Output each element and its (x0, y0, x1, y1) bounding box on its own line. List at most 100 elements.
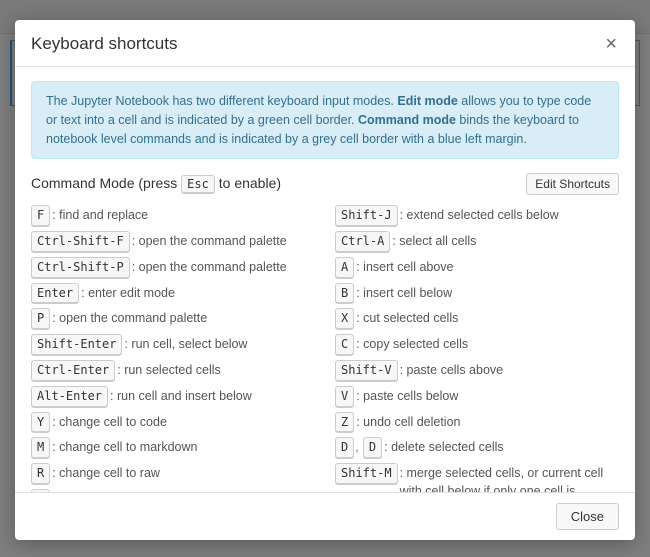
shortcut-keys: Ctrl-A (335, 231, 390, 252)
modal-footer: Close (15, 492, 635, 540)
shortcut-row: Ctrl-A: select all cells (335, 231, 619, 252)
shortcut-desc: : enter edit mode (81, 285, 175, 303)
modal-close-button[interactable]: × (603, 34, 619, 54)
shortcut-desc: : undo cell deletion (356, 414, 460, 432)
key-badge: A (335, 257, 354, 278)
shortcut-keys: P (31, 308, 50, 329)
key-badge: Ctrl-Shift-F (31, 231, 130, 252)
shortcut-row: X: cut selected cells (335, 308, 619, 329)
shortcut-desc: : paste cells above (400, 362, 504, 380)
shortcut-row: Y: change cell to code (31, 412, 315, 433)
shortcut-desc: : paste cells below (356, 388, 458, 406)
shortcut-row: Shift-V: paste cells above (335, 360, 619, 381)
info-box: The Jupyter Notebook has two different k… (31, 81, 619, 159)
close-footer-button[interactable]: Close (556, 503, 619, 530)
esc-key: Esc (181, 175, 215, 193)
key-badge: C (335, 334, 354, 355)
shortcut-keys: C (335, 334, 354, 355)
key-badge: V (335, 386, 354, 407)
key-badge: Ctrl-Shift-P (31, 257, 130, 278)
key-badge: Enter (31, 283, 79, 304)
shortcut-keys: Ctrl-Shift-F (31, 231, 130, 252)
shortcut-row: A: insert cell above (335, 257, 619, 278)
shortcut-row: Shift-Enter: run cell, select below (31, 334, 315, 355)
right-shortcuts-col: Shift-J: extend selected cells below Ctrl… (335, 205, 619, 492)
key-badge: Ctrl-Enter (31, 360, 115, 381)
shortcut-row: P: open the command palette (31, 308, 315, 329)
key-separator: , (355, 439, 362, 456)
shortcut-keys: Ctrl-Enter (31, 360, 115, 381)
modal-title: Keyboard shortcuts (31, 34, 177, 54)
shortcut-desc: : delete selected cells (384, 439, 504, 457)
shortcut-keys: X (335, 308, 354, 329)
section-title-prefix: Command Mode (press (31, 175, 181, 191)
shortcut-desc: : merge selected cells, or current cell … (400, 465, 619, 492)
shortcut-keys: Shift-V (335, 360, 398, 381)
key-badge: Shift-V (335, 360, 398, 381)
left-shortcuts-col: F: find and replaceCtrl-Shift-F: open th… (31, 205, 315, 492)
shortcut-desc: : extend selected cells below (400, 207, 559, 225)
key-badge: D (363, 437, 382, 458)
shortcut-desc: : find and replace (52, 207, 148, 225)
key-badge: D (335, 437, 354, 458)
shortcut-desc: : run cell, select below (124, 336, 247, 354)
shortcut-desc: : insert cell above (356, 259, 453, 277)
shortcut-desc: : open the command palette (52, 310, 207, 328)
shortcuts-columns: F: find and replaceCtrl-Shift-F: open th… (31, 205, 619, 492)
key-badge: P (31, 308, 50, 329)
shortcut-row: Ctrl-Shift-F: open the command palette (31, 231, 315, 252)
shortcut-row: Enter: enter edit mode (31, 283, 315, 304)
shortcut-desc: : cut selected cells (356, 310, 458, 328)
command-mode-label: Command mode (358, 113, 456, 127)
key-badge: B (335, 283, 354, 304)
shortcut-keys: Shift-Enter (31, 334, 122, 355)
modal-backdrop: Keyboard shortcuts × The Jupyter Noteboo… (0, 0, 650, 557)
key-badge: Y (31, 412, 50, 433)
shortcut-keys: Alt-Enter (31, 386, 108, 407)
shortcut-keys: D, D (335, 437, 382, 458)
shortcut-row: Ctrl-Enter: run selected cells (31, 360, 315, 381)
section-title: Command Mode (press Esc to enable) (31, 175, 281, 193)
key-badge: Shift-Enter (31, 334, 122, 355)
modal-body: The Jupyter Notebook has two different k… (15, 67, 635, 492)
shortcut-keys: Ctrl-Shift-P (31, 257, 130, 278)
key-badge: X (335, 308, 354, 329)
shortcut-keys: Z (335, 412, 354, 433)
shortcut-keys: Shift-J (335, 205, 398, 226)
shortcut-desc: : run selected cells (117, 362, 221, 380)
shortcut-keys: A (335, 257, 354, 278)
shortcut-row: M: change cell to markdown (31, 437, 315, 458)
shortcut-keys: F (31, 205, 50, 226)
edit-mode-label: Edit mode (397, 94, 457, 108)
shortcut-keys: Shift-M (335, 463, 398, 484)
shortcut-row: B: insert cell below (335, 283, 619, 304)
keyboard-shortcuts-modal: Keyboard shortcuts × The Jupyter Noteboo… (15, 20, 635, 540)
edit-shortcuts-button[interactable]: Edit Shortcuts (526, 173, 619, 195)
shortcut-keys: Enter (31, 283, 79, 304)
shortcut-desc: : insert cell below (356, 285, 452, 303)
shortcut-row: Z: undo cell deletion (335, 412, 619, 433)
key-badge: R (31, 463, 50, 484)
shortcut-row: F: find and replace (31, 205, 315, 226)
key-badge: F (31, 205, 50, 226)
shortcut-desc: : change cell to markdown (52, 439, 197, 457)
shortcut-row: Alt-Enter: run cell and insert below (31, 386, 315, 407)
shortcut-row: Shift-M: merge selected cells, or curren… (335, 463, 619, 492)
key-badge: Z (335, 412, 354, 433)
shortcut-row: V: paste cells below (335, 386, 619, 407)
section-title-suffix: to enable) (215, 175, 281, 191)
shortcut-row: C: copy selected cells (335, 334, 619, 355)
shortcut-desc: : change cell to raw (52, 465, 160, 483)
key-badge: Ctrl-A (335, 231, 390, 252)
shortcut-desc: : open the command palette (132, 259, 287, 277)
shortcut-row: R: change cell to raw (31, 463, 315, 484)
shortcut-row: Shift-J: extend selected cells below (335, 205, 619, 226)
modal-header: Keyboard shortcuts × (15, 20, 635, 67)
shortcut-desc: : change cell to code (52, 414, 167, 432)
shortcut-desc: : open the command palette (132, 233, 287, 251)
shortcut-keys: R (31, 463, 50, 484)
shortcut-keys: Y (31, 412, 50, 433)
shortcut-row: Ctrl-Shift-P: open the command palette (31, 257, 315, 278)
info-text-before: The Jupyter Notebook has two different k… (46, 94, 397, 108)
key-badge: Alt-Enter (31, 386, 108, 407)
